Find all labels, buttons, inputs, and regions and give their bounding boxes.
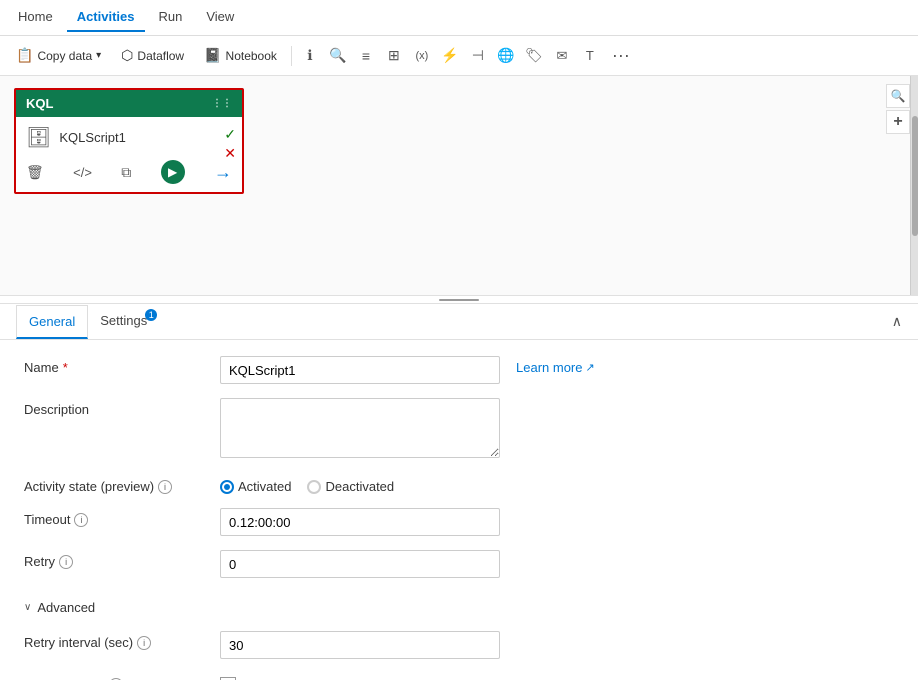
code-icon[interactable]: </> — [73, 165, 92, 180]
activity-card-body: 🗄 KQLScript1 ✓ ✕ — [16, 117, 242, 156]
name-input[interactable] — [220, 356, 500, 384]
activity-card-header: KQL ⋮⋮ — [16, 90, 242, 117]
properties-panel: General Settings 1 ∧ Name * — [0, 304, 918, 680]
teams-icon[interactable]: T — [578, 44, 602, 68]
retry-row: Retry i — [24, 550, 894, 578]
name-required-indicator: * — [63, 360, 68, 375]
retry-label: Retry i — [24, 550, 204, 569]
tab-general[interactable]: General — [16, 305, 88, 339]
canvas-area: KQL ⋮⋮ 🗄 KQLScript1 ✓ ✕ 🗑 </> ⧉ ▶ → 🔍 — [0, 76, 918, 296]
deactivated-radio[interactable] — [307, 480, 321, 494]
retry-interval-info-icon[interactable]: i — [137, 636, 151, 650]
more-icon[interactable]: ··· — [606, 41, 636, 70]
toolbar-separator — [291, 46, 292, 66]
form-area: Name * Learn more ↗ Description — [0, 340, 918, 680]
navigate-right-icon[interactable]: → — [214, 162, 232, 183]
search-icon[interactable]: 🔍 — [326, 44, 350, 68]
collapse-line — [439, 299, 479, 301]
canvas-search-button[interactable]: 🔍 — [886, 84, 910, 108]
info-icon[interactable]: ℹ — [298, 44, 322, 68]
activity-state-label: Activity state (preview) i — [24, 475, 204, 494]
deactivated-option[interactable]: Deactivated — [307, 479, 394, 494]
activated-option[interactable]: Activated — [220, 479, 291, 494]
notebook-button[interactable]: 📓 Notebook — [196, 43, 285, 68]
retry-interval-input[interactable] — [220, 631, 500, 659]
activity-card-actions: 🗑 </> ⧉ ▶ → — [16, 156, 242, 192]
kql-activity-card: KQL ⋮⋮ 🗄 KQLScript1 ✓ ✕ 🗑 </> ⧉ ▶ → — [14, 88, 244, 194]
tag-icon[interactable]: 🏷 — [522, 44, 546, 68]
dataflow-button[interactable]: ⬡ Dataflow — [113, 43, 192, 68]
copy-data-chevron-icon: ▾ — [96, 50, 101, 61]
learn-more-link[interactable]: Learn more ↗ — [516, 356, 595, 375]
timeout-row: Timeout i — [24, 508, 894, 536]
advanced-chevron-icon: ∨ — [24, 602, 31, 613]
activated-radio[interactable] — [220, 480, 234, 494]
name-label: Name * — [24, 356, 204, 375]
retry-input-container — [220, 550, 500, 578]
activity-header-label: KQL — [26, 96, 53, 111]
timeout-input-container — [220, 508, 500, 536]
activity-state-radio-group: Activated Deactivated — [220, 475, 394, 494]
variable-icon[interactable]: (x) — [410, 44, 434, 68]
notebook-icon: 📓 — [204, 47, 221, 64]
nav-run[interactable]: Run — [149, 3, 193, 32]
timeout-info-icon[interactable]: i — [74, 513, 88, 527]
tab-settings[interactable]: Settings 1 — [88, 305, 159, 339]
retry-interval-row: Retry interval (sec) i — [24, 631, 894, 659]
activity-checks: ✓ ✕ — [224, 126, 236, 162]
canvas-scrollbar[interactable] — [910, 76, 918, 295]
copy-data-button[interactable]: 📋 Copy data ▾ — [8, 43, 109, 68]
kql-script-icon: 🗄 — [26, 125, 51, 150]
outlook-icon[interactable]: ✉ — [550, 44, 574, 68]
trigger-icon[interactable]: ⚡ — [438, 44, 462, 68]
activity-name-label: KQLScript1 — [59, 130, 125, 145]
timeout-input[interactable] — [220, 508, 500, 536]
name-input-container — [220, 356, 500, 384]
secure-output-label: Secure output i — [24, 673, 204, 680]
tab-items: General Settings 1 — [16, 305, 159, 339]
delete-icon[interactable]: 🗑 — [26, 164, 44, 181]
copy-data-icon: 📋 — [16, 47, 33, 64]
retry-interval-label: Retry interval (sec) i — [24, 631, 204, 650]
collapse-panel-button[interactable]: ∧ — [892, 313, 902, 330]
tab-bar: General Settings 1 ∧ — [0, 304, 918, 340]
branch-icon[interactable]: ⊣ — [466, 44, 490, 68]
main-area: KQL ⋮⋮ 🗄 KQLScript1 ✓ ✕ 🗑 </> ⧉ ▶ → 🔍 — [0, 76, 918, 680]
activity-drag-icon: ⋮⋮ — [212, 98, 232, 109]
run-arrow-button[interactable]: ▶ — [161, 160, 185, 184]
name-row: Name * Learn more ↗ — [24, 356, 894, 384]
retry-interval-input-container — [220, 631, 500, 659]
list-view-icon[interactable]: ≡ — [354, 44, 378, 68]
secure-output-row: Secure output i — [24, 673, 894, 680]
retry-input[interactable] — [220, 550, 500, 578]
globe-icon[interactable]: 🌐 — [494, 44, 518, 68]
activity-state-row: Activity state (preview) i Activated Dea… — [24, 475, 894, 494]
toolbar: 📋 Copy data ▾ ⬡ Dataflow 📓 Notebook ℹ 🔍 … — [0, 36, 918, 76]
canvas-controls: 🔍 + — [886, 84, 910, 134]
nav-activities[interactable]: Activities — [67, 3, 145, 32]
description-input-container — [220, 398, 500, 461]
advanced-toggle[interactable]: ∨ Advanced — [24, 592, 894, 623]
external-link-icon: ↗ — [585, 361, 594, 374]
retry-info-icon[interactable]: i — [59, 555, 73, 569]
copy-icon[interactable]: ⧉ — [121, 164, 131, 181]
description-label: Description — [24, 398, 204, 417]
activity-state-info-icon[interactable]: i — [158, 480, 172, 494]
canvas-add-button[interactable]: + — [886, 110, 910, 134]
check-error-icon: ✕ — [224, 145, 236, 162]
nav-view[interactable]: View — [196, 3, 244, 32]
timeout-label: Timeout i — [24, 508, 204, 527]
settings-badge: 1 — [145, 309, 157, 321]
description-row: Description — [24, 398, 894, 461]
collapse-handle[interactable] — [0, 296, 918, 304]
description-textarea[interactable] — [220, 398, 500, 458]
nav-home[interactable]: Home — [8, 3, 63, 32]
columns-icon[interactable]: ⊞ — [382, 44, 406, 68]
nav-bar: Home Activities Run View — [0, 0, 918, 36]
dataflow-icon: ⬡ — [121, 47, 133, 64]
check-success-icon: ✓ — [224, 126, 236, 143]
